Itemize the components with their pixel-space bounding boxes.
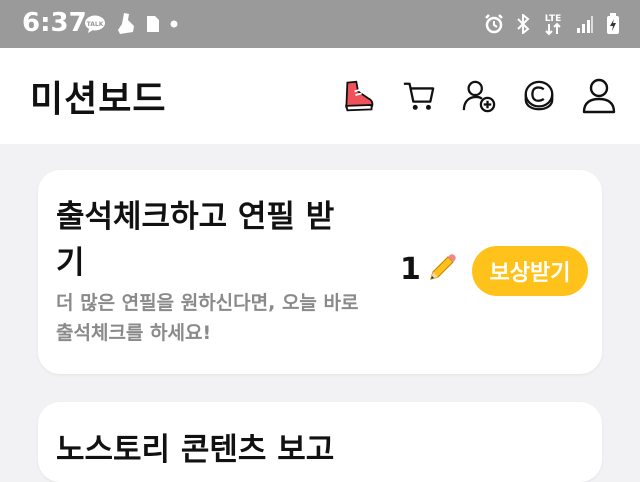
reward-amount: 1 [400,252,457,287]
page-title: 미션보드 [30,79,167,120]
talk-icon: TALK [84,15,106,33]
reward-count: 1 [400,252,421,287]
svg-text:LTE: LTE [545,14,562,24]
mission-title: 노스토리 콘텐츠 보고 [56,432,335,468]
bluetooth-icon [516,14,530,34]
profile-icon[interactable] [582,76,616,116]
lte-icon: LTE [542,12,564,36]
signal-icon [576,14,594,34]
battery-icon [606,13,620,35]
mission-title: 출석체크하고 연필 받기 [56,199,335,281]
claim-reward-button[interactable]: 보상받기 [472,246,588,296]
coin-icon[interactable] [522,76,556,116]
dot-icon [170,20,178,28]
alarm-icon [484,14,504,34]
attendance-mission-card: 출석체크하고 연필 받기 더 많은 연필을 원하신다면, 오늘 바로 출석체크를… [38,170,602,374]
story-mission-card: 노스토리 콘텐츠 보고 [38,402,602,482]
status-bar: 6:37 TALK LTE [0,0,640,48]
mission-description: 더 많은 연필을 원하신다면, 오늘 바로 출석체크를 하세요! [56,292,359,344]
sim-icon [146,15,160,33]
cart-icon[interactable] [402,76,436,116]
add-user-icon[interactable] [462,76,496,116]
app-header: 미션보드 [0,48,640,144]
status-time: 6:37 [22,8,87,38]
sneaker-icon [116,12,136,36]
svg-text:TALK: TALK [87,21,104,28]
sneaker-icon[interactable] [342,76,376,116]
pencil-icon [427,253,457,287]
